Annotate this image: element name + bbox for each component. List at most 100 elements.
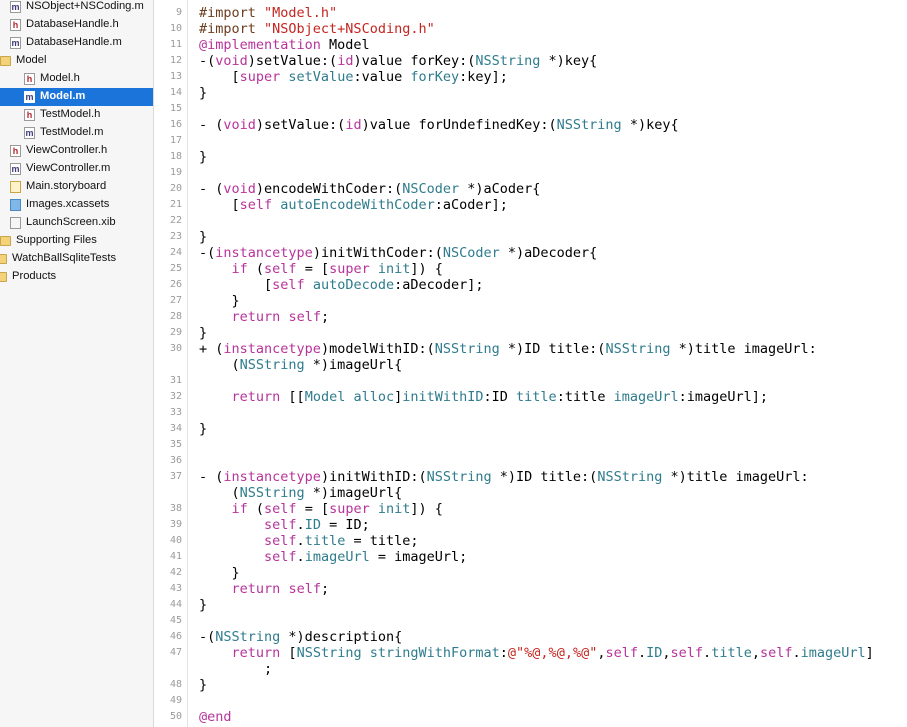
code-line[interactable]: } <box>199 677 207 693</box>
code-line[interactable]: (NSString *)imageUrl{ <box>199 485 403 501</box>
navigator-item[interactable]: LaunchScreen.xib <box>0 214 153 232</box>
line-number: 38 <box>169 503 182 514</box>
code-line[interactable]: @implementation Model <box>199 37 370 53</box>
code-line[interactable]: } <box>199 229 207 245</box>
code-line[interactable]: - (instancetype)initWithID:(NSString *)I… <box>199 469 809 485</box>
code-line[interactable]: [super setValue:value forKey:key]; <box>199 69 508 85</box>
line-number: 47 <box>169 647 182 658</box>
code-line[interactable]: [self autoEncodeWithCoder:aCoder]; <box>199 197 508 213</box>
code-line[interactable]: return self; <box>199 309 330 325</box>
navigator-item-label: Supporting Files <box>16 234 97 246</box>
m-file-icon: m <box>24 91 35 103</box>
navigator-item[interactable]: h ViewController.h <box>0 142 153 160</box>
code-line[interactable]: } <box>199 565 240 581</box>
code-line[interactable]: } <box>199 597 207 613</box>
code-line[interactable]: - (void)setValue:(id)value forUndefinedK… <box>199 117 679 133</box>
code-line[interactable]: } <box>199 421 207 437</box>
line-number: 45 <box>169 615 182 626</box>
line-number: 46 <box>169 631 182 642</box>
line-number: 16 <box>169 119 182 130</box>
code-line[interactable]: - (void)encodeWithCoder:(NSCoder *)aCode… <box>199 181 540 197</box>
line-number: 39 <box>169 519 182 530</box>
code-line[interactable]: } <box>199 325 207 341</box>
navigator-item[interactable]: m Model.m <box>0 88 153 106</box>
navigator-item-label: Images.xcassets <box>26 198 110 210</box>
code-line[interactable]: return [NSString stringWithFormat:@"%@,%… <box>199 645 874 661</box>
line-number: 42 <box>169 567 182 578</box>
xib-icon <box>10 217 21 229</box>
line-number: 31 <box>169 375 182 386</box>
navigator-item[interactable]: h DatabaseHandle.h <box>0 16 153 34</box>
code-line[interactable]: -(instancetype)initWithCoder:(NSCoder *)… <box>199 245 597 261</box>
line-number: 33 <box>169 407 182 418</box>
m-file-icon: m <box>24 127 35 139</box>
code-line[interactable]: if (self = [super init]) { <box>199 501 443 517</box>
code-line[interactable]: @end <box>199 709 232 725</box>
line-number: 10 <box>169 23 182 34</box>
m-file-icon: m <box>10 163 21 175</box>
code-line[interactable]: [self autoDecode:aDecoder]; <box>199 277 483 293</box>
line-number: 41 <box>169 551 182 562</box>
code-line[interactable]: } <box>199 149 207 165</box>
line-number: 25 <box>169 263 182 274</box>
navigator-item[interactable]: h TestModel.h <box>0 106 153 124</box>
navigator-item[interactable]: m ViewController.m <box>0 160 153 178</box>
navigator-item-label: DatabaseHandle.m <box>26 36 122 48</box>
navigator-item[interactable]: Main.storyboard <box>0 178 153 196</box>
line-number: 40 <box>169 535 182 546</box>
line-number: 15 <box>169 103 182 114</box>
folder-icon <box>0 56 11 66</box>
navigator-item-label: TestModel.h <box>40 108 101 120</box>
line-number: 18 <box>169 151 182 162</box>
h-file-icon: h <box>10 19 21 31</box>
navigator-item[interactable]: Products <box>0 268 153 286</box>
code-line[interactable]: -(NSString *)description{ <box>199 629 402 645</box>
code-line[interactable]: self.imageUrl = imageUrl; <box>199 549 467 565</box>
navigator-item[interactable]: Supporting Files <box>0 232 153 250</box>
line-number: 34 <box>169 423 182 434</box>
folder-icon <box>0 236 11 246</box>
code-line[interactable]: #import "Model.h" <box>199 5 337 21</box>
navigator-item-label: ViewController.m <box>26 162 111 174</box>
assets-icon <box>10 199 21 211</box>
navigator-item[interactable]: h Model.h <box>0 70 153 88</box>
line-number: 14 <box>169 87 182 98</box>
navigator-item-label: Model <box>16 54 47 66</box>
navigator-item[interactable]: Model <box>0 52 153 70</box>
code-line[interactable]: #import "NSObject+NSCoding.h" <box>199 21 435 37</box>
code-line[interactable]: self.ID = ID; <box>199 517 370 533</box>
line-number: 21 <box>169 199 182 210</box>
code-line[interactable]: ; <box>199 661 272 677</box>
line-number: 13 <box>169 71 182 82</box>
line-number: 49 <box>169 695 182 706</box>
code-line[interactable]: -(void)setValue:(id)value forKey:(NSStri… <box>199 53 597 69</box>
code-line[interactable]: + (instancetype)modelWithID:(NSString *)… <box>199 341 817 357</box>
navigator-item[interactable]: m DatabaseHandle.m <box>0 34 153 52</box>
navigator-item[interactable]: Images.xcassets <box>0 196 153 214</box>
line-number: 50 <box>169 711 182 722</box>
code-line[interactable]: (NSString *)imageUrl{ <box>199 357 403 373</box>
line-number: 30 <box>169 343 182 354</box>
code-line[interactable]: } <box>199 293 240 309</box>
line-number: 17 <box>169 135 182 146</box>
line-number: 23 <box>169 231 182 242</box>
line-number: 43 <box>169 583 182 594</box>
code-line[interactable]: return self; <box>199 581 330 597</box>
line-number: 28 <box>169 311 182 322</box>
code-line[interactable]: } <box>199 85 207 101</box>
code-line[interactable]: return [[Model alloc]initWithID:ID title… <box>199 389 769 405</box>
storyboard-icon <box>10 181 21 193</box>
code-line[interactable]: self.title = title; <box>199 533 418 549</box>
folder-icon <box>0 272 7 282</box>
code-line[interactable]: if (self = [super init]) { <box>199 261 443 277</box>
line-number: 9 <box>175 7 182 18</box>
navigator-item[interactable]: m TestModel.m <box>0 124 153 142</box>
line-number: 22 <box>169 215 182 226</box>
navigator-item[interactable]: m NSObject+NSCoding.m <box>0 0 153 16</box>
folder-icon <box>0 254 7 264</box>
line-number: 24 <box>169 247 182 258</box>
h-file-icon: h <box>24 73 35 85</box>
navigator-item[interactable]: WatchBallSqliteTests <box>0 250 153 268</box>
navigator-item-label: Model.h <box>40 72 80 84</box>
gutter-divider <box>187 0 188 727</box>
